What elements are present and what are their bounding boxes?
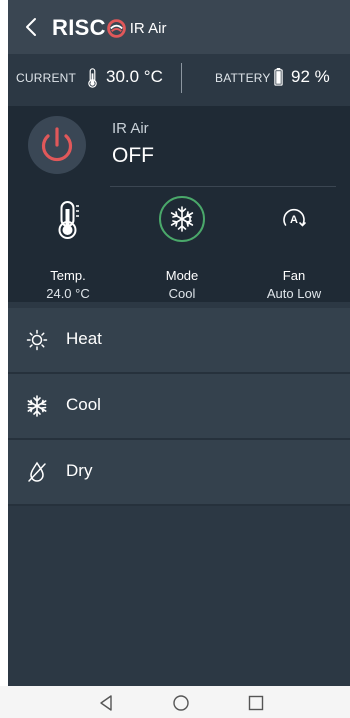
system-nav-bar [0, 686, 350, 718]
battery-value: 92 % [291, 67, 330, 86]
nav-back-icon[interactable] [97, 694, 115, 712]
brand-logo: RISC IR Air [52, 13, 166, 43]
header-bar: RISC IR Air [8, 0, 350, 54]
list-divider [8, 504, 350, 506]
mode-control[interactable]: Mode Cool [132, 196, 232, 302]
back-arrow-icon[interactable] [22, 15, 42, 39]
mode-option-heat[interactable]: Heat [8, 308, 350, 372]
status-bar: CURRENT 30.0 °C BATTERY 92 % [8, 55, 350, 102]
battery-label: BATTERY [215, 71, 271, 85]
fan-value: Auto Low [266, 286, 322, 301]
temp-label: Temp. [50, 268, 86, 283]
nav-home-icon[interactable] [172, 694, 190, 712]
current-temp-label: CURRENT [16, 71, 77, 85]
dry-icon [28, 461, 46, 482]
current-temp-value: 30.0 °C [106, 67, 163, 86]
risco-logo-mark [106, 18, 126, 38]
fan-auto-icon: A [283, 209, 306, 227]
power-icon [41, 127, 73, 162]
device-card: IR Air OFF Temp. 24.0 °C Mode Cool A Fan… [8, 106, 350, 302]
fan-label: Fan [282, 268, 306, 283]
fan-control[interactable]: A Fan Auto Low [244, 196, 344, 302]
card-divider [110, 186, 336, 187]
snowflake-sun-icon [170, 206, 194, 232]
mode-option-label: Heat [66, 329, 102, 348]
mode-icon-ring [159, 196, 205, 242]
logo-text: RISC [52, 15, 106, 40]
sun-icon [26, 329, 48, 351]
temp-control[interactable]: Temp. 24.0 °C [18, 196, 118, 302]
status-divider [181, 63, 182, 93]
svg-text:A: A [290, 214, 298, 226]
mode-value: Cool [168, 286, 196, 301]
mode-option-cool[interactable]: Cool [8, 374, 350, 438]
nav-recents-icon[interactable] [247, 694, 265, 712]
temp-value: 24.0 °C [46, 286, 90, 301]
battery-icon [274, 68, 283, 86]
mode-label: Mode [165, 268, 199, 283]
app-screen: RISC IR Air CURRENT 30.0 °C BATTERY 92 % [8, 0, 350, 686]
snowflake-icon [27, 395, 47, 417]
page-title: IR Air [129, 19, 167, 37]
device-name: IR Air [112, 120, 149, 137]
power-button[interactable] [28, 116, 86, 174]
mode-option-label: Cool [66, 395, 101, 414]
thermometer-small-icon [88, 68, 97, 88]
device-state: OFF [112, 144, 154, 167]
mode-option-dry[interactable]: Dry [8, 440, 350, 504]
mode-option-label: Dry [66, 461, 93, 480]
thermometer-icon [58, 201, 79, 239]
